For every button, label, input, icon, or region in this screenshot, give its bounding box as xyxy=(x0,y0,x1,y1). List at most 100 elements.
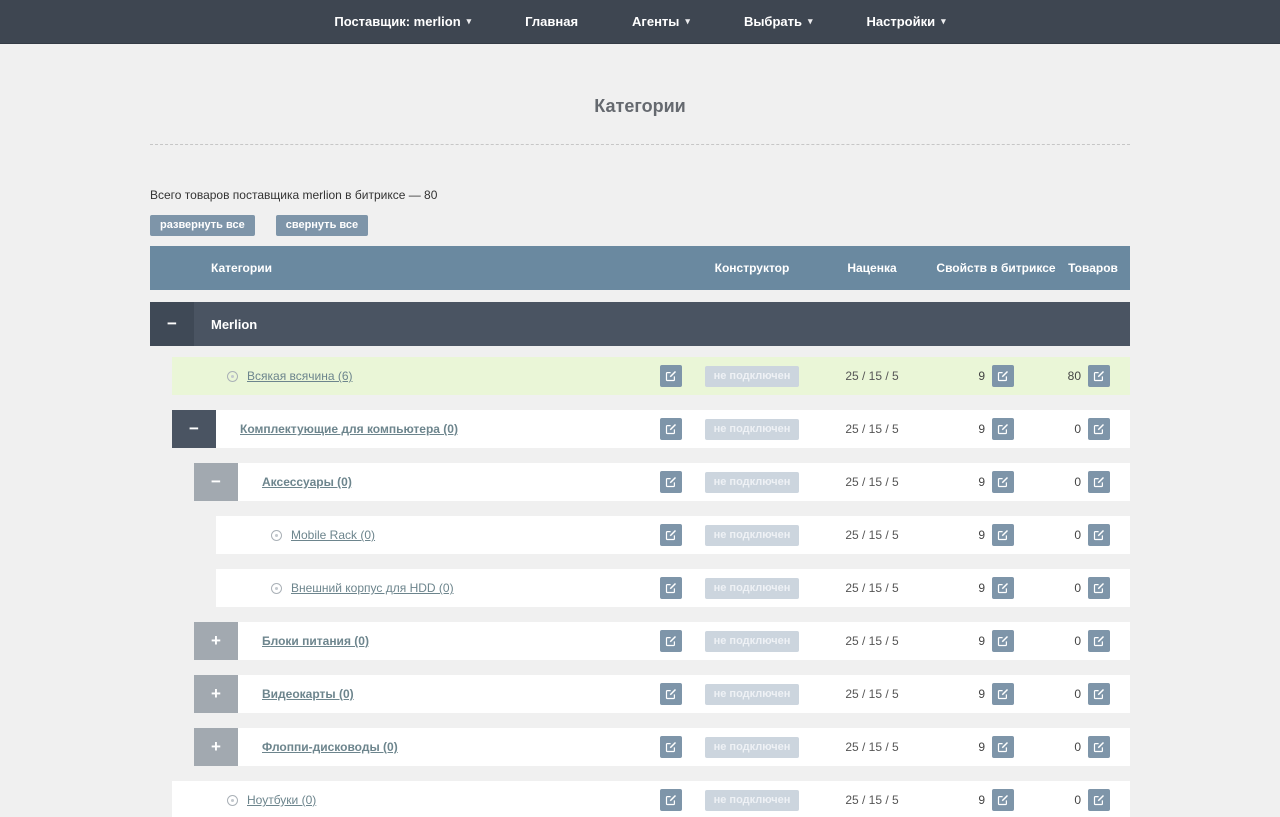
supplier-products-summary: Всего товаров поставщика merlion в битри… xyxy=(150,188,1130,202)
category-link[interactable]: Аксессуары (0) xyxy=(262,475,352,489)
edit-products-button[interactable] xyxy=(1088,683,1110,705)
nav-item-settings[interactable]: Настройки ▾ xyxy=(867,14,946,29)
edit-products-button[interactable] xyxy=(1088,471,1110,493)
header-markup: Наценка xyxy=(822,246,922,290)
edit-icon xyxy=(997,476,1009,488)
nav-item-label: Настройки xyxy=(867,14,936,29)
header-products: Товаров xyxy=(1058,246,1128,290)
edit-props-button[interactable] xyxy=(992,630,1014,652)
products-cell: 0 xyxy=(1030,781,1110,817)
edit-category-button[interactable] xyxy=(660,789,682,811)
props-cell: 9 xyxy=(944,675,1014,713)
edit-products-button[interactable] xyxy=(1088,789,1110,811)
props-cell: 9 xyxy=(944,357,1014,395)
edit-products-button[interactable] xyxy=(1088,577,1110,599)
page-content: Категории Всего товаров поставщика merli… xyxy=(150,96,1130,817)
category-link[interactable]: Видеокарты (0) xyxy=(262,687,354,701)
category-link[interactable]: Всякая всячина (6) xyxy=(247,369,353,383)
constructor-cell: не подключен xyxy=(692,622,812,660)
category-link[interactable]: Ноутбуки (0) xyxy=(247,793,316,807)
category-edit-cell xyxy=(658,463,684,501)
edit-props-button[interactable] xyxy=(992,577,1014,599)
constructor-status-badge: не подключен xyxy=(705,631,800,652)
edit-category-button[interactable] xyxy=(660,524,682,546)
table-row: + Видеокарты (0) не подключен 25 / 15 / … xyxy=(194,675,1130,713)
edit-props-button[interactable] xyxy=(992,736,1014,758)
props-count: 9 xyxy=(978,475,985,489)
edit-icon xyxy=(997,741,1009,753)
edit-products-button[interactable] xyxy=(1088,365,1110,387)
table-row: Внешний корпус для HDD (0) не подключен … xyxy=(216,569,1130,607)
nav-item-supplier[interactable]: Поставщик: merlion ▾ xyxy=(334,14,471,29)
top-nav: Поставщик: merlion ▾ Главная Агенты ▾ Вы… xyxy=(0,0,1280,44)
edit-icon xyxy=(997,370,1009,382)
category-bullet-icon xyxy=(227,795,238,806)
category-cell: Видеокарты (0) xyxy=(194,675,354,713)
props-cell: 9 xyxy=(944,463,1014,501)
supplier-group-row: − Merlion xyxy=(150,302,1130,346)
edit-category-button[interactable] xyxy=(660,418,682,440)
edit-props-button[interactable] xyxy=(992,418,1014,440)
nav-item-agents[interactable]: Агенты ▾ xyxy=(632,14,690,29)
edit-products-button[interactable] xyxy=(1088,524,1110,546)
category-cell: Внешний корпус для HDD (0) xyxy=(216,569,454,607)
edit-icon xyxy=(997,423,1009,435)
table-row: Ноутбуки (0) не подключен 25 / 15 / 5 9 xyxy=(172,781,1130,817)
category-link[interactable]: Внешний корпус для HDD (0) xyxy=(291,581,454,595)
constructor-cell: не подключен xyxy=(692,781,812,817)
edit-icon xyxy=(665,582,677,594)
category-link[interactable]: Флоппи-дисководы (0) xyxy=(262,740,398,754)
category-link[interactable]: Блоки питания (0) xyxy=(262,634,369,648)
markup-cell: 25 / 15 / 5 xyxy=(822,410,922,448)
edit-category-button[interactable] xyxy=(660,683,682,705)
markup-cell: 25 / 15 / 5 xyxy=(822,569,922,607)
nav-item-select[interactable]: Выбрать ▾ xyxy=(744,14,813,29)
edit-icon xyxy=(665,529,677,541)
edit-category-button[interactable] xyxy=(660,630,682,652)
markup-cell: 25 / 15 / 5 xyxy=(822,516,922,554)
category-link[interactable]: Комплектующие для компьютера (0) xyxy=(240,422,458,436)
constructor-status-badge: не подключен xyxy=(705,419,800,440)
products-cell: 0 xyxy=(1030,463,1110,501)
expand-all-button[interactable]: развернуть все xyxy=(150,215,255,236)
props-cell: 9 xyxy=(944,781,1014,817)
edit-icon xyxy=(1093,582,1105,594)
category-link[interactable]: Mobile Rack (0) xyxy=(291,528,375,542)
markup-value: 25 / 15 / 5 xyxy=(845,528,898,542)
constructor-status-badge: не подключен xyxy=(705,472,800,493)
header-props-in-bitrix: Свойств в битриксе xyxy=(921,246,1071,290)
nav-item-home[interactable]: Главная xyxy=(525,14,578,29)
edit-props-button[interactable] xyxy=(992,471,1014,493)
edit-category-button[interactable] xyxy=(660,365,682,387)
props-cell: 9 xyxy=(944,728,1014,766)
edit-products-button[interactable] xyxy=(1088,630,1110,652)
edit-category-button[interactable] xyxy=(660,577,682,599)
edit-icon xyxy=(1093,688,1105,700)
edit-icon xyxy=(665,635,677,647)
products-count: 0 xyxy=(1074,581,1081,595)
nav-item-label: Поставщик: merlion xyxy=(334,14,460,29)
category-cell: Всякая всячина (6) xyxy=(172,357,353,395)
products-count: 0 xyxy=(1074,475,1081,489)
edit-props-button[interactable] xyxy=(992,365,1014,387)
category-bullet-icon xyxy=(227,371,238,382)
collapse-all-button[interactable]: свернуть все xyxy=(276,215,368,236)
products-count: 0 xyxy=(1074,793,1081,807)
edit-props-button[interactable] xyxy=(992,789,1014,811)
category-cell: Комплектующие для компьютера (0) xyxy=(172,410,458,448)
edit-category-button[interactable] xyxy=(660,736,682,758)
props-count: 9 xyxy=(978,422,985,436)
edit-icon xyxy=(1093,529,1105,541)
table-row: Всякая всячина (6) не подключен 25 / 15 … xyxy=(172,357,1130,395)
edit-props-button[interactable] xyxy=(992,683,1014,705)
edit-icon xyxy=(1093,741,1105,753)
markup-value: 25 / 15 / 5 xyxy=(845,740,898,754)
edit-products-button[interactable] xyxy=(1088,736,1110,758)
table-row: − Аксессуары (0) не подключен 25 / 15 / … xyxy=(194,463,1130,501)
markup-cell: 25 / 15 / 5 xyxy=(822,463,922,501)
edit-props-button[interactable] xyxy=(992,524,1014,546)
chevron-down-icon: ▾ xyxy=(467,17,472,26)
edit-category-button[interactable] xyxy=(660,471,682,493)
edit-products-button[interactable] xyxy=(1088,418,1110,440)
group-collapse-button[interactable]: − xyxy=(150,302,194,346)
